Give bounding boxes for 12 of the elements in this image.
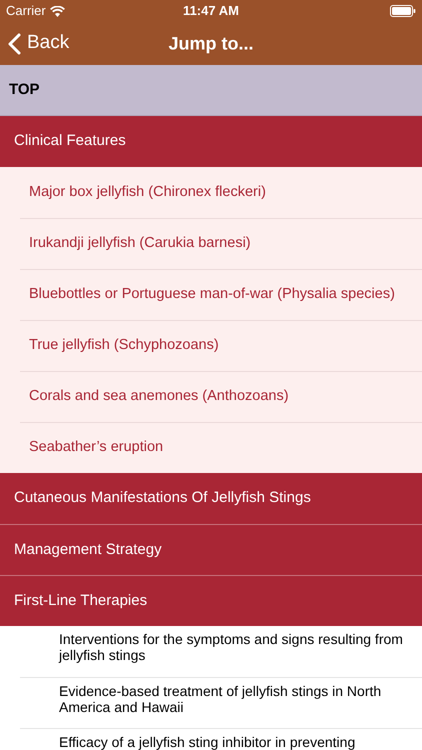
section-row[interactable]: First-Line Therapies: [0, 575, 422, 626]
section-row[interactable]: Cutaneous Manifestations Of Jellyfish Stings: [0, 473, 422, 524]
status-time: 11:47 AM: [183, 2, 239, 20]
section-row[interactable]: Management Strategy: [0, 524, 422, 575]
back-button[interactable]: Back: [0, 29, 78, 58]
screen-title: Jump to...: [168, 32, 254, 56]
carrier-label: Carrier: [6, 2, 46, 20]
battery-icon: [390, 5, 416, 17]
top-row[interactable]: TOP: [0, 65, 422, 116]
section-row[interactable]: Clinical Features: [0, 116, 422, 167]
wifi-icon: [50, 6, 65, 16]
chevron-left-icon: [8, 32, 21, 54]
